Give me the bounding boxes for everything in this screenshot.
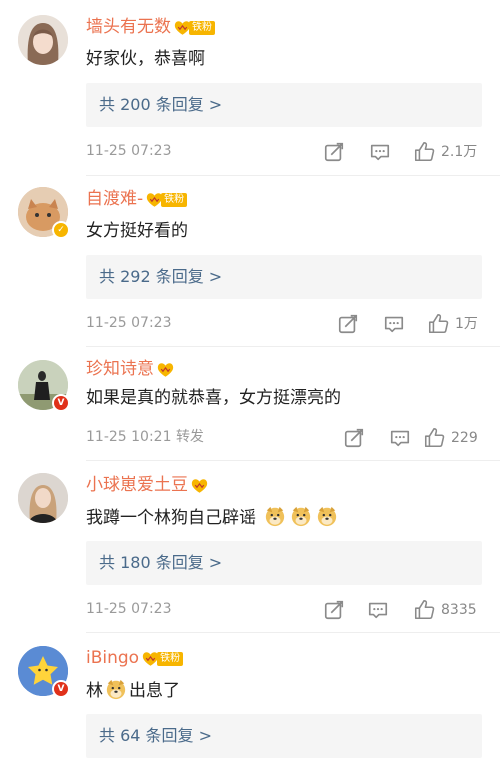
share-button[interactable] — [323, 141, 345, 163]
replies-link[interactable]: 共 292 条回复 > — [86, 255, 482, 299]
like-count: 8335 — [441, 602, 477, 618]
like-count: 2.1万 — [441, 144, 478, 160]
dog-emoji-icon — [316, 505, 338, 527]
avatar[interactable] — [18, 473, 68, 523]
dog-emoji-icon — [290, 505, 312, 527]
share-button[interactable] — [337, 313, 359, 335]
comment-text: 林出息了 — [86, 678, 180, 703]
verified-badge: V — [52, 680, 70, 698]
fan-label: 铁粉 — [189, 21, 215, 35]
comment-icon — [383, 313, 405, 335]
like-button[interactable]: 229 — [423, 427, 478, 449]
timestamp: 11-25 07:23 — [86, 315, 172, 331]
share-button[interactable] — [343, 427, 365, 449]
share-icon — [323, 141, 345, 163]
divider — [86, 632, 500, 633]
fan-badge: 铁粉 — [146, 189, 188, 207]
verified-badge: V — [52, 394, 70, 412]
comment-meta: 11-25 10:21 转发 229 — [86, 427, 482, 447]
thumbs-up-icon — [413, 599, 435, 621]
comment-icon — [389, 427, 411, 449]
comment-text: 女方挺好看的 — [86, 221, 188, 241]
username[interactable]: 自渡难- 铁粉 — [86, 188, 188, 210]
like-button[interactable]: 1万 — [427, 313, 478, 335]
timestamp: 11-25 07:23 — [86, 601, 172, 617]
comment-meta: 11-25 07:23 8335 — [86, 599, 482, 619]
fan-badge: 铁粉 — [142, 648, 184, 666]
dog-emoji-icon — [105, 678, 127, 700]
avatar[interactable] — [18, 15, 68, 65]
username[interactable]: 珍知诗意 — [86, 358, 174, 380]
like-count: 1万 — [455, 316, 478, 332]
comment-meta: 11-25 07:23 2.1万 — [86, 141, 482, 161]
username[interactable]: 小球崽爱土豆 — [86, 474, 208, 496]
fan-badge — [157, 359, 174, 375]
replies-link[interactable]: 共 180 条回复 > — [86, 541, 482, 585]
like-button[interactable]: 2.1万 — [413, 141, 477, 163]
comment-button[interactable] — [389, 427, 411, 449]
share-icon — [323, 599, 345, 621]
thumbs-up-icon — [423, 427, 445, 449]
divider — [86, 460, 500, 461]
like-count: 229 — [451, 430, 478, 446]
comment-icon — [369, 141, 391, 163]
comment-button[interactable] — [369, 141, 391, 163]
username[interactable]: iBingo 铁粉 — [86, 647, 184, 669]
replies-link[interactable]: 共 64 条回复 > — [86, 714, 482, 758]
share-icon — [337, 313, 359, 335]
replies-link[interactable]: 共 200 条回复 > — [86, 83, 482, 127]
timestamp: 11-25 10:21 转发 — [86, 429, 204, 445]
comment-button[interactable] — [367, 599, 389, 621]
heart-badge-icon — [191, 478, 208, 494]
forward-link[interactable]: 转发 — [176, 429, 204, 445]
timestamp: 11-25 07:23 — [86, 143, 172, 159]
comment-icon — [367, 599, 389, 621]
thumbs-up-icon — [413, 141, 435, 163]
comment-feed: 墙头有无数 铁粉 好家伙，恭喜啊 共 200 条回复 > 11-25 07:23 … — [0, 0, 500, 766]
fan-label: 铁粉 — [157, 652, 184, 666]
comment-text: 我蹲一个林狗自己辟谣 — [86, 505, 340, 530]
share-button[interactable] — [323, 599, 345, 621]
share-icon — [343, 427, 365, 449]
comment-text: 好家伙，恭喜啊 — [86, 49, 205, 69]
divider — [86, 346, 500, 347]
divider — [86, 175, 500, 176]
fan-badge: 铁粉 — [174, 17, 215, 33]
comment-text: 如果是真的就恭喜，女方挺漂亮的 — [86, 388, 341, 408]
dog-emoji-icon — [264, 505, 286, 527]
like-button[interactable]: 8335 — [413, 599, 477, 621]
fan-badge — [191, 475, 208, 491]
fan-label: 铁粉 — [161, 193, 188, 207]
thumbs-up-icon — [427, 313, 449, 335]
comment-button[interactable] — [383, 313, 405, 335]
verified-badge: ✓ — [52, 221, 70, 239]
comment-meta: 11-25 07:23 1万 — [86, 313, 482, 333]
heart-badge-icon — [157, 362, 174, 378]
username[interactable]: 墙头有无数 铁粉 — [86, 16, 215, 38]
